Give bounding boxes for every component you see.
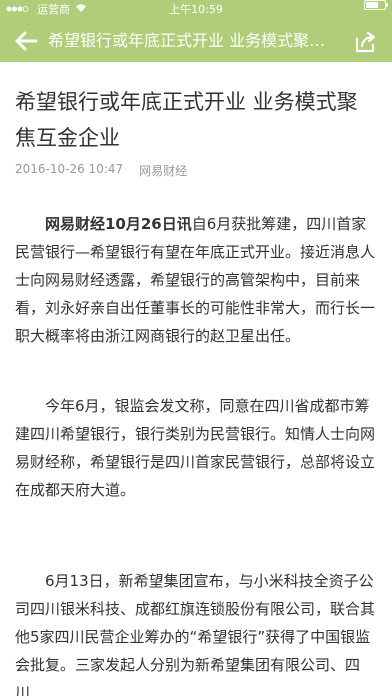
article-paragraph-3: 6月13日，新希望集团宣布，与小米科技全资子公司四川银米科技、成都红旗连锁股份有… (15, 572, 376, 696)
paragraph-1-text: 自6月获批筹建，四川首家民营银行—希望银行有望在年底正式开业。接近消息人士向网易… (15, 215, 376, 345)
back-arrow-icon[interactable] (14, 28, 40, 54)
status-right (364, 0, 388, 10)
nav-title: 希望银行或年底正式开业 业务模式聚焦互金企业 (48, 31, 338, 50)
article-paragraph-1: 网易财经10月26日讯自6月获批筹建，四川首家民营银行—希望银行有望在年底正式开… (15, 210, 377, 350)
article-content[interactable]: 希望银行或年底正式开业 业务模式聚焦互金企业 2016-10-26 10:47 … (0, 62, 392, 696)
article-date: 2016-10-26 10:47 (15, 162, 124, 176)
nav-bar: 希望银行或年底正式开业 业务模式聚焦互金企业 (0, 20, 392, 62)
status-bar: 运营商 上午10:59 (0, 0, 392, 20)
status-time: 上午10:59 (169, 3, 223, 16)
article-source: 网易财经 (139, 164, 188, 178)
article-title: 希望银行或年底正式开业 业务模式聚焦互金企业 (15, 90, 358, 150)
paragraph-lead: 网易财经10月26日讯 (45, 215, 192, 233)
share-icon[interactable] (354, 30, 378, 54)
battery-icon (364, 0, 388, 10)
article-paragraph-2: 今年6月，银监会发文称，同意在四川省成都市筹建四川希望银行，银行类别为民营银行。… (15, 397, 376, 499)
article-meta: 2016-10-26 10:47 网易财经 (15, 162, 377, 179)
